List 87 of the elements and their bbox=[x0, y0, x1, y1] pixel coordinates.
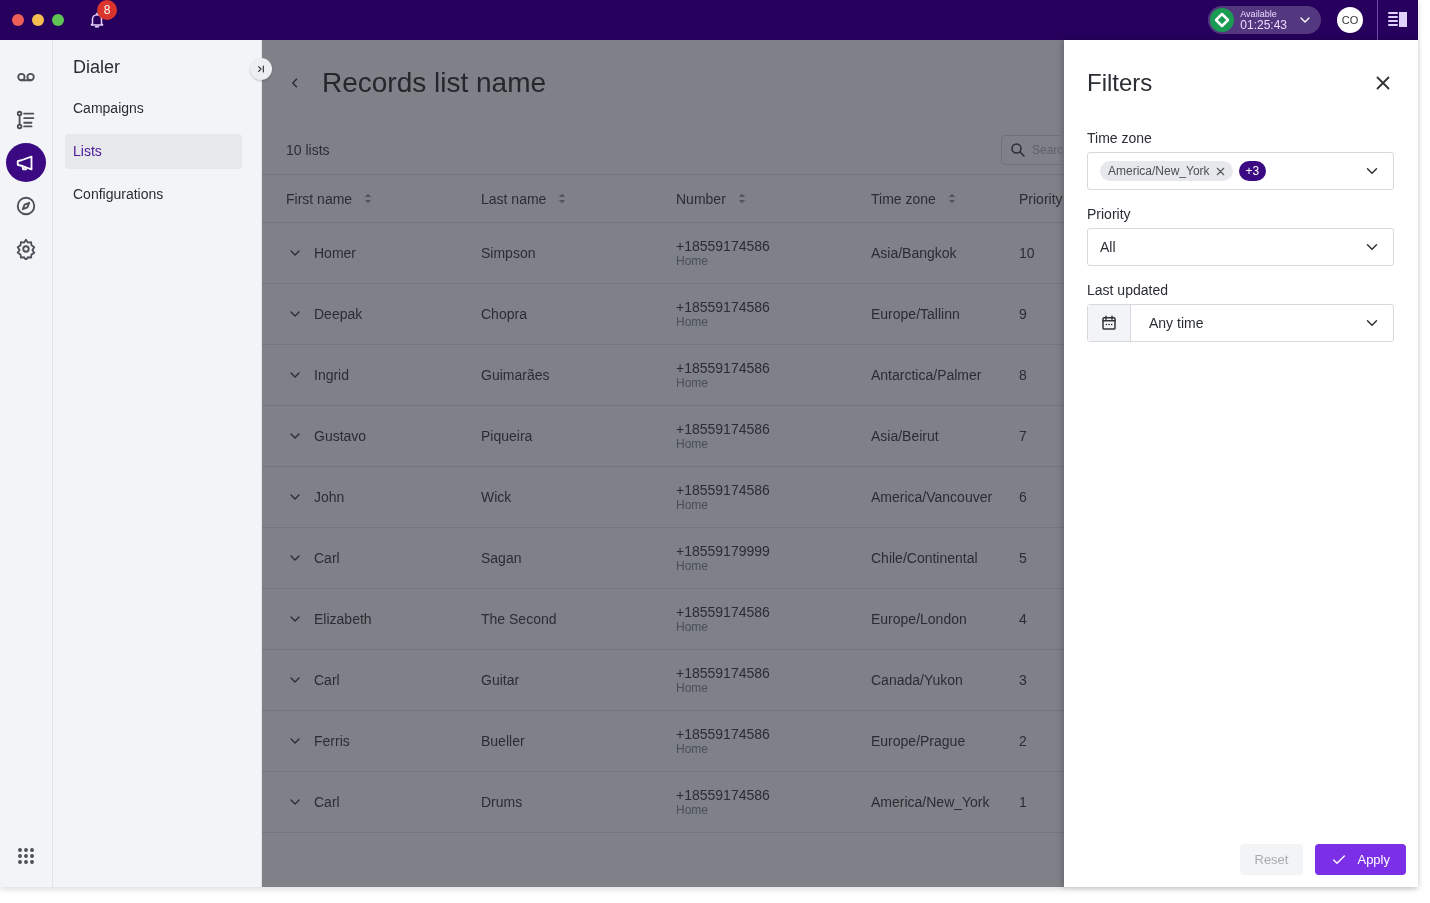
list-icon bbox=[15, 108, 37, 131]
table-cell: 3 bbox=[1019, 672, 1027, 688]
avatar[interactable]: CO bbox=[1337, 7, 1363, 33]
apply-button[interactable]: Apply bbox=[1315, 844, 1406, 875]
notification-badge: 8 bbox=[97, 0, 117, 20]
table-cell: Asia/Bangkok bbox=[871, 245, 957, 261]
table-cell: Carl bbox=[314, 794, 340, 810]
table-cell: 9 bbox=[1019, 306, 1027, 322]
nav-title: Dialer bbox=[72, 57, 121, 79]
collapse-button[interactable] bbox=[250, 58, 272, 80]
table-cell: Homer bbox=[314, 245, 356, 261]
bell-icon[interactable] bbox=[88, 11, 106, 29]
table-cell: Europe/Tallinn bbox=[871, 306, 960, 322]
window-control[interactable] bbox=[12, 14, 24, 26]
table-cell: Bueller bbox=[481, 733, 525, 749]
table-cell: The Second bbox=[481, 611, 557, 627]
table-cell: +18559174586 bbox=[676, 482, 770, 498]
column-header[interactable]: Last name bbox=[481, 190, 547, 207]
panel-title: Filters bbox=[1087, 69, 1153, 97]
table-cell: Guitar bbox=[481, 672, 520, 688]
status-label: Available bbox=[1240, 9, 1278, 19]
settings-icon bbox=[15, 237, 37, 260]
table-cell: Asia/Beirut bbox=[871, 428, 939, 444]
field-label: Last updated bbox=[1087, 282, 1169, 298]
table-cell: Sagan bbox=[481, 550, 522, 566]
table-cell: Simpson bbox=[481, 245, 536, 261]
table-cell: Europe/Prague bbox=[871, 733, 966, 749]
table-cell: 6 bbox=[1019, 489, 1027, 505]
nav-item[interactable]: Campaigns bbox=[65, 91, 242, 126]
chip[interactable]: America/New_York bbox=[1100, 161, 1233, 181]
column-header[interactable]: First name bbox=[286, 190, 353, 207]
panel-icon bbox=[1388, 11, 1408, 29]
table-cell: +18559174586 bbox=[676, 726, 770, 742]
table-cell: +18559174586 bbox=[676, 665, 770, 681]
table-cell: Antarctica/Palmer bbox=[871, 367, 982, 383]
table-cell: Piqueira bbox=[481, 428, 533, 444]
megaphone-button[interactable] bbox=[6, 143, 46, 182]
column-header[interactable]: Priority bbox=[1019, 190, 1063, 207]
window-control[interactable] bbox=[32, 14, 44, 26]
search-icon bbox=[1009, 141, 1027, 159]
table-cell: Carl bbox=[314, 672, 340, 688]
table-cell: 5 bbox=[1019, 550, 1027, 566]
nav-item[interactable]: Configurations bbox=[65, 177, 242, 212]
grid-icon bbox=[17, 846, 35, 865]
status-selector[interactable]: Available 01:25:43 bbox=[1208, 6, 1321, 34]
table-cell: +18559174586 bbox=[676, 299, 770, 315]
table-cell: Carl bbox=[314, 550, 340, 566]
table-cell: 2 bbox=[1019, 733, 1027, 749]
table-cell: 1 bbox=[1019, 794, 1027, 810]
page-title: Records list name bbox=[322, 67, 547, 99]
table-cell: Deepak bbox=[314, 306, 363, 322]
table-cell: Chopra bbox=[481, 306, 527, 322]
table-cell: +18559174586 bbox=[676, 421, 770, 437]
status-timer: 01:25:43 bbox=[1240, 18, 1287, 31]
table-cell: 10 bbox=[1019, 245, 1035, 261]
table-cell: John bbox=[314, 489, 345, 505]
table-cell: +18559174586 bbox=[676, 787, 770, 803]
table-cell: Drums bbox=[481, 794, 523, 810]
table-cell: Europe/London bbox=[871, 611, 967, 627]
column-header[interactable]: Number bbox=[676, 190, 726, 207]
table-cell: Wick bbox=[481, 489, 512, 505]
table-cell: Gustavo bbox=[314, 428, 367, 444]
compass-icon bbox=[15, 194, 37, 217]
list-count: 10 lists bbox=[286, 142, 331, 158]
table-cell: Elizabeth bbox=[314, 611, 372, 627]
count-badge: +3 bbox=[1238, 161, 1267, 181]
time-zone-select[interactable]: America/New_York +3 bbox=[1087, 152, 1394, 190]
table-cell: Ferris bbox=[314, 733, 350, 749]
table-cell: Guimarães bbox=[481, 367, 550, 383]
table-cell: America/Vancouver bbox=[871, 489, 993, 505]
table-cell: 4 bbox=[1019, 611, 1027, 627]
table-cell: Canada/Yukon bbox=[871, 672, 963, 688]
column-header[interactable]: Time zone bbox=[871, 190, 936, 207]
table-cell: Chile/Continental bbox=[871, 550, 978, 566]
table-cell: Ingrid bbox=[314, 367, 350, 383]
table-cell: +18559174586 bbox=[676, 238, 770, 254]
table-cell: +18559179999 bbox=[676, 543, 770, 559]
priority-select[interactable]: All bbox=[1087, 228, 1394, 266]
table-cell: 7 bbox=[1019, 428, 1027, 444]
window-control[interactable] bbox=[52, 14, 64, 26]
field-label: Time zone bbox=[1087, 130, 1153, 146]
table-cell: 8 bbox=[1019, 367, 1027, 383]
table-cell: America/New_York bbox=[871, 794, 990, 810]
table-cell: +18559174586 bbox=[676, 360, 770, 376]
table-cell: +18559174586 bbox=[676, 604, 770, 620]
nav-item[interactable]: Lists bbox=[65, 134, 242, 169]
field-label: Priority bbox=[1087, 206, 1132, 222]
